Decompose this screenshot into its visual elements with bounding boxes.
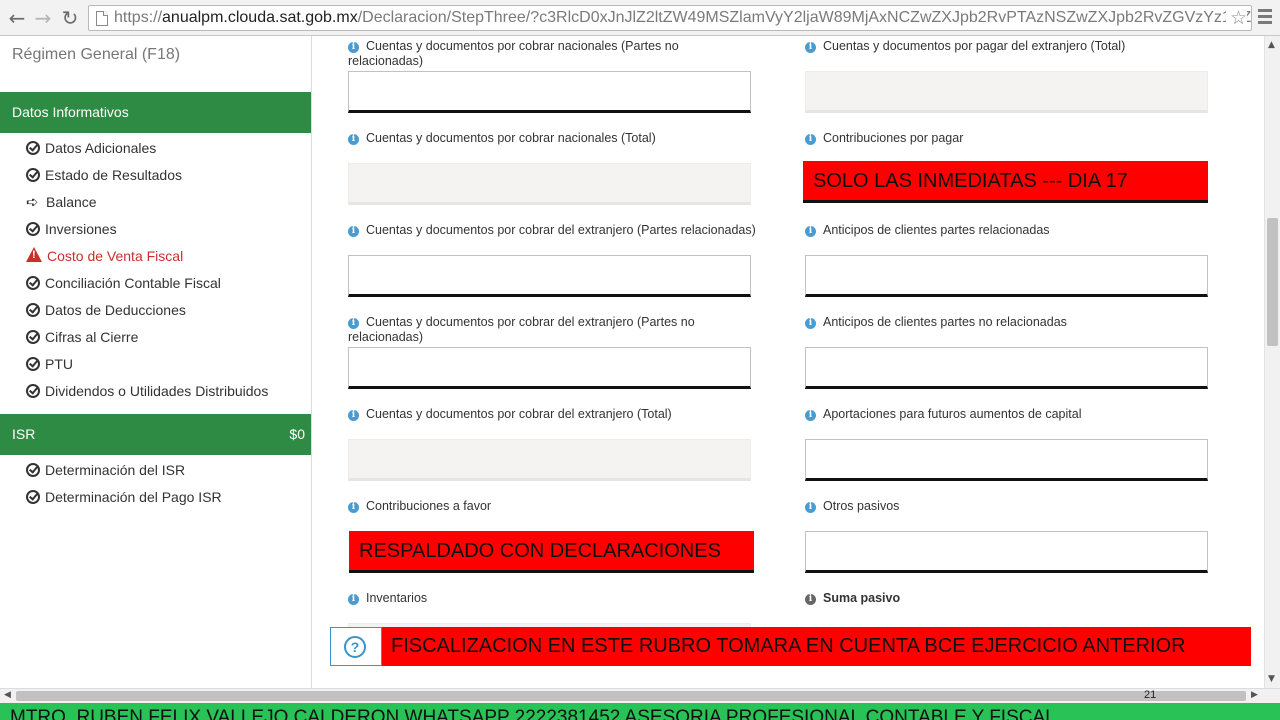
info-icon[interactable]: i [805,134,816,145]
input-cxp-extranjero-total [805,71,1208,113]
annotation-fiscalizacion: FISCALIZACION EN ESTE RUBRO TOMARA EN CU… [382,627,1251,666]
check-circle-icon [26,330,40,344]
sidebar-item-datos-deducciones[interactable]: Datos de Deducciones [26,300,186,320]
check-circle-icon [26,222,40,236]
form-area: i Cuentas y documentos por cobrar naciona… [313,36,1264,688]
info-icon[interactable]: i [348,318,359,329]
sidebar-item-ptu[interactable]: PTU [26,354,73,374]
scroll-down-icon[interactable]: ▼ [1268,674,1275,684]
field-label: i Aportaciones para futuros aumentos de c… [805,407,1215,422]
sidebar-item-dividendos[interactable]: Dividendos o Utilidades Distribuidos [26,381,268,401]
browser-toolbar: ← → ↻ https://anualpm.clouda.sat.gob.mx/… [0,0,1280,36]
field-label: i Cuentas y documentos por cobrar naciona… [348,131,758,146]
field-label-suma-pasivo: i Suma pasivo [805,591,1215,606]
field-label: i Cuentas y documentos por cobrar naciona… [348,39,679,68]
sidebar-item-balance[interactable]: ➪ Balance [26,192,97,212]
input-anticipos-relacionadas[interactable] [805,255,1208,297]
bookmark-star-icon[interactable]: ☆ [1225,6,1247,30]
check-circle-icon [26,357,40,371]
info-icon[interactable]: i [348,594,359,605]
info-icon[interactable]: i [348,410,359,421]
section-isr-label: ISR [12,426,36,442]
horizontal-scroll-thumb[interactable] [16,691,1246,701]
reload-button[interactable]: ↻ [59,6,81,30]
info-icon[interactable]: i [348,42,359,53]
check-circle-icon [26,168,40,182]
check-circle-icon [26,384,40,398]
info-icon[interactable]: i [805,502,816,513]
field-label: i Cuentas y documentos por cobrar del ext… [348,407,758,422]
horizontal-scrollbar[interactable]: ◀ ▶ [0,688,1280,703]
section-datos-informativos[interactable]: Datos Informativos [0,92,311,133]
check-circle-icon [26,303,40,317]
info-icon[interactable]: i [348,134,359,145]
section-isr[interactable]: ISR $0 [0,414,311,455]
forward-button[interactable]: → [32,6,54,30]
field-label: i Anticipos de clientes partes no relacio… [805,315,1215,330]
field-label: i Anticipos de clientes partes relacionad… [805,223,1215,238]
info-icon[interactable]: i [805,410,816,421]
footer-banner: MTRO. RUBEN FELIX VALLEJO CALDERON WHATS… [0,703,1280,720]
address-bar[interactable]: https://anualpm.clouda.sat.gob.mx/Declar… [88,5,1252,31]
field-label: i Contribuciones por pagar [805,131,1215,146]
info-icon[interactable]: i [348,226,359,237]
input-cxc-extranjero-relacionadas[interactable] [348,255,751,297]
scroll-up-icon[interactable]: ▲ [1268,40,1275,50]
check-circle-icon [26,141,40,155]
sidebar-item-determinacion-isr[interactable]: Determinación del ISR [26,460,185,480]
sidebar-item-inversiones[interactable]: Inversiones [26,219,117,239]
section-datos-informativos-label: Datos Informativos [12,104,129,120]
input-cxc-extranjero-total [348,439,751,481]
sidebar-item-conciliacion[interactable]: Conciliación Contable Fiscal [26,273,221,293]
sidebar: Régimen General (F18) Datos Informativos… [0,36,312,688]
field-label: i Inventarios [348,591,758,606]
info-icon[interactable]: i [805,226,816,237]
regimen-title: Régimen General (F18) [12,46,181,63]
slide-number: 21 [1144,689,1157,701]
check-circle-icon [26,463,40,477]
info-icon[interactable]: i [805,594,816,605]
back-button[interactable]: ← [6,6,28,30]
annotation-solo-inmediatas: SOLO LAS INMEDIATAS --- DIA 17 [803,161,1208,203]
vertical-scroll-thumb[interactable] [1267,218,1278,346]
sidebar-item-costo-venta-fiscal[interactable]: Costo de Venta Fiscal [26,246,183,266]
field-label: i Cuentas y documentos por cobrar del ext… [348,223,758,238]
input-otros-pasivos[interactable] [805,531,1208,573]
field-label: i Cuentas y documentos por cobrar del ext… [348,315,695,344]
check-circle-icon [26,490,40,504]
input-anticipos-no-relacionadas[interactable] [805,347,1208,389]
sidebar-item-determinacion-pago-isr[interactable]: Determinación del Pago ISR [26,487,222,507]
page-icon [96,11,108,26]
scroll-left-icon[interactable]: ◀ [4,690,11,700]
field-label: i Otros pasivos [805,499,1215,514]
sign-in-icon: ➪ [26,193,39,211]
help-button[interactable]: ? [330,627,382,666]
info-icon[interactable]: i [805,318,816,329]
warning-icon [26,247,42,262]
sidebar-item-cifras-cierre[interactable]: Cifras al Cierre [26,327,138,347]
scroll-right-icon[interactable]: ▶ [1251,690,1258,700]
sidebar-item-datos-adicionales[interactable]: Datos Adicionales [26,138,156,158]
browser-menu-icon[interactable] [1258,9,1272,27]
check-circle-icon [26,276,40,290]
vertical-scrollbar[interactable]: ▲ ▼ [1264,36,1280,688]
isr-amount: $0 [289,426,305,442]
annotation-respaldado: RESPALDADO CON DECLARACIONES [349,531,754,573]
input-aportaciones-capital[interactable] [805,439,1208,481]
url-text[interactable]: https://anualpm.clouda.sat.gob.mx/Declar… [114,8,1251,28]
sidebar-item-estado-resultados[interactable]: Estado de Resultados [26,165,182,185]
input-cxc-nacionales-total [348,163,751,205]
question-icon: ? [344,636,366,658]
input-cxc-nacionales-no-relacionadas[interactable] [348,71,751,113]
field-label: i Cuentas y documentos por pagar del extr… [805,39,1215,54]
field-label: i Contribuciones a favor [348,499,758,514]
input-cxc-extranjero-no-relacionadas[interactable] [348,347,751,389]
info-icon[interactable]: i [348,502,359,513]
info-icon[interactable]: i [805,42,816,53]
